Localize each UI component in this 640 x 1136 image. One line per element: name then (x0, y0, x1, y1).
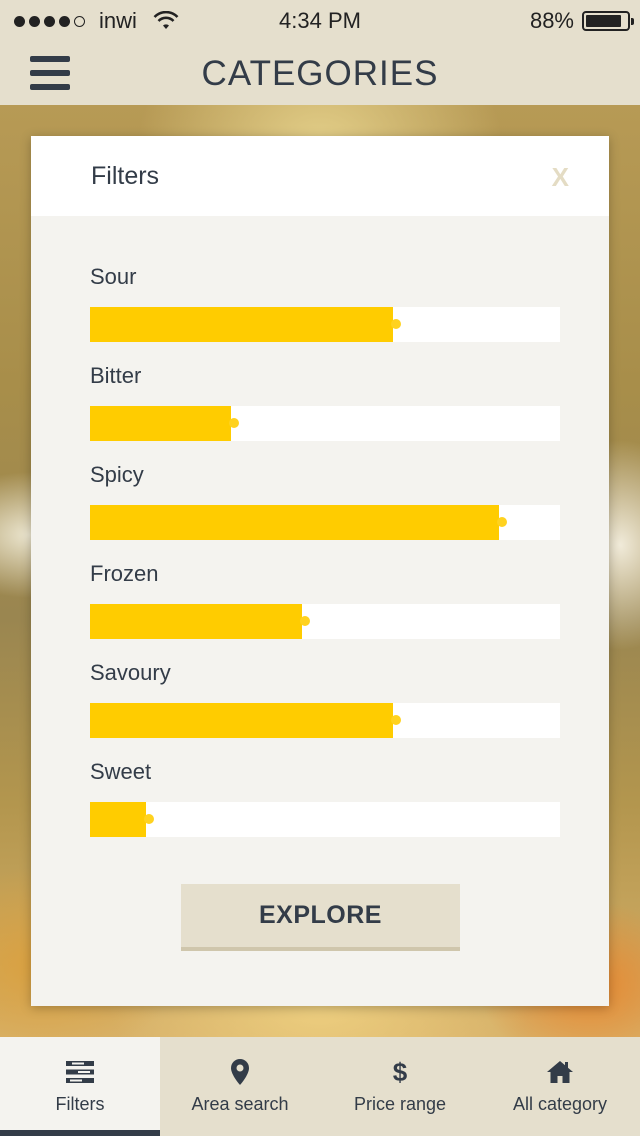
modal-title: Filters (91, 162, 160, 190)
filter-row-savoury: Savoury (90, 660, 560, 759)
tab-price-range[interactable]: $ Price range (320, 1037, 480, 1136)
slider-fill (90, 604, 302, 639)
filter-label: Savoury (90, 660, 171, 685)
dollar-icon: $ (392, 1057, 408, 1087)
slider-handle[interactable] (391, 319, 402, 329)
filter-row-frozen: Frozen (90, 561, 560, 660)
filter-label: Sweet (90, 759, 152, 784)
battery-icon (582, 11, 634, 31)
close-button[interactable]: X (552, 162, 569, 193)
navigation-bar: CATEGORIES (0, 40, 640, 105)
slider-fill (90, 802, 147, 837)
location-pin-icon (231, 1059, 249, 1085)
slider-track[interactable] (90, 406, 560, 441)
home-icon (547, 1059, 573, 1085)
slider-track[interactable] (90, 505, 560, 540)
slider-handle[interactable] (391, 715, 402, 725)
slider-handle[interactable] (144, 814, 155, 824)
filter-label: Bitter (90, 363, 142, 388)
battery-level (586, 15, 622, 27)
filter-row-spicy: Spicy (90, 462, 560, 561)
status-right: 88% (529, 8, 634, 34)
filter-label: Sour (90, 264, 137, 289)
slider-track[interactable] (90, 604, 560, 639)
slider-fill (90, 505, 499, 540)
filter-label: Spicy (90, 462, 144, 487)
tab-label: Area search (191, 1094, 289, 1114)
battery-percentage: 88% (529, 8, 574, 33)
slider-track[interactable] (90, 703, 560, 738)
status-bar: inwi 4:34 PM 88% (0, 0, 640, 40)
tab-all-category[interactable]: All category (480, 1037, 640, 1136)
filter-row-sour: Sour (90, 264, 560, 363)
tab-label: All category (512, 1094, 608, 1114)
filter-list: Sour Bitter Spicy Frozen Savoury Sweet (90, 264, 560, 858)
tab-bar: Filters Area search $ Price range All ca… (0, 1037, 640, 1136)
filter-label: Frozen (90, 561, 159, 586)
slider-fill (90, 703, 394, 738)
tab-filters[interactable]: Filters (0, 1037, 160, 1136)
slider-track[interactable] (90, 802, 560, 837)
filters-icon (66, 1059, 94, 1085)
slider-track[interactable] (90, 307, 560, 342)
filter-row-sweet: Sweet (90, 759, 560, 858)
slider-fill (90, 307, 394, 342)
tab-label: Price range (353, 1094, 447, 1114)
tab-label: Filters (55, 1094, 105, 1114)
slider-handle[interactable] (299, 616, 310, 626)
slider-handle[interactable] (496, 517, 507, 527)
modal-header: Filters X (31, 136, 609, 216)
tab-area-search[interactable]: Area search (160, 1037, 320, 1136)
filter-row-bitter: Bitter (90, 363, 560, 462)
explore-button[interactable]: EXPLORE (181, 884, 460, 951)
slider-fill (90, 406, 231, 441)
slider-handle[interactable] (229, 418, 239, 428)
page-title: CATEGORIES (201, 54, 439, 93)
filters-modal: Filters X Sour Bitter Spicy Frozen Savou… (31, 136, 609, 1006)
